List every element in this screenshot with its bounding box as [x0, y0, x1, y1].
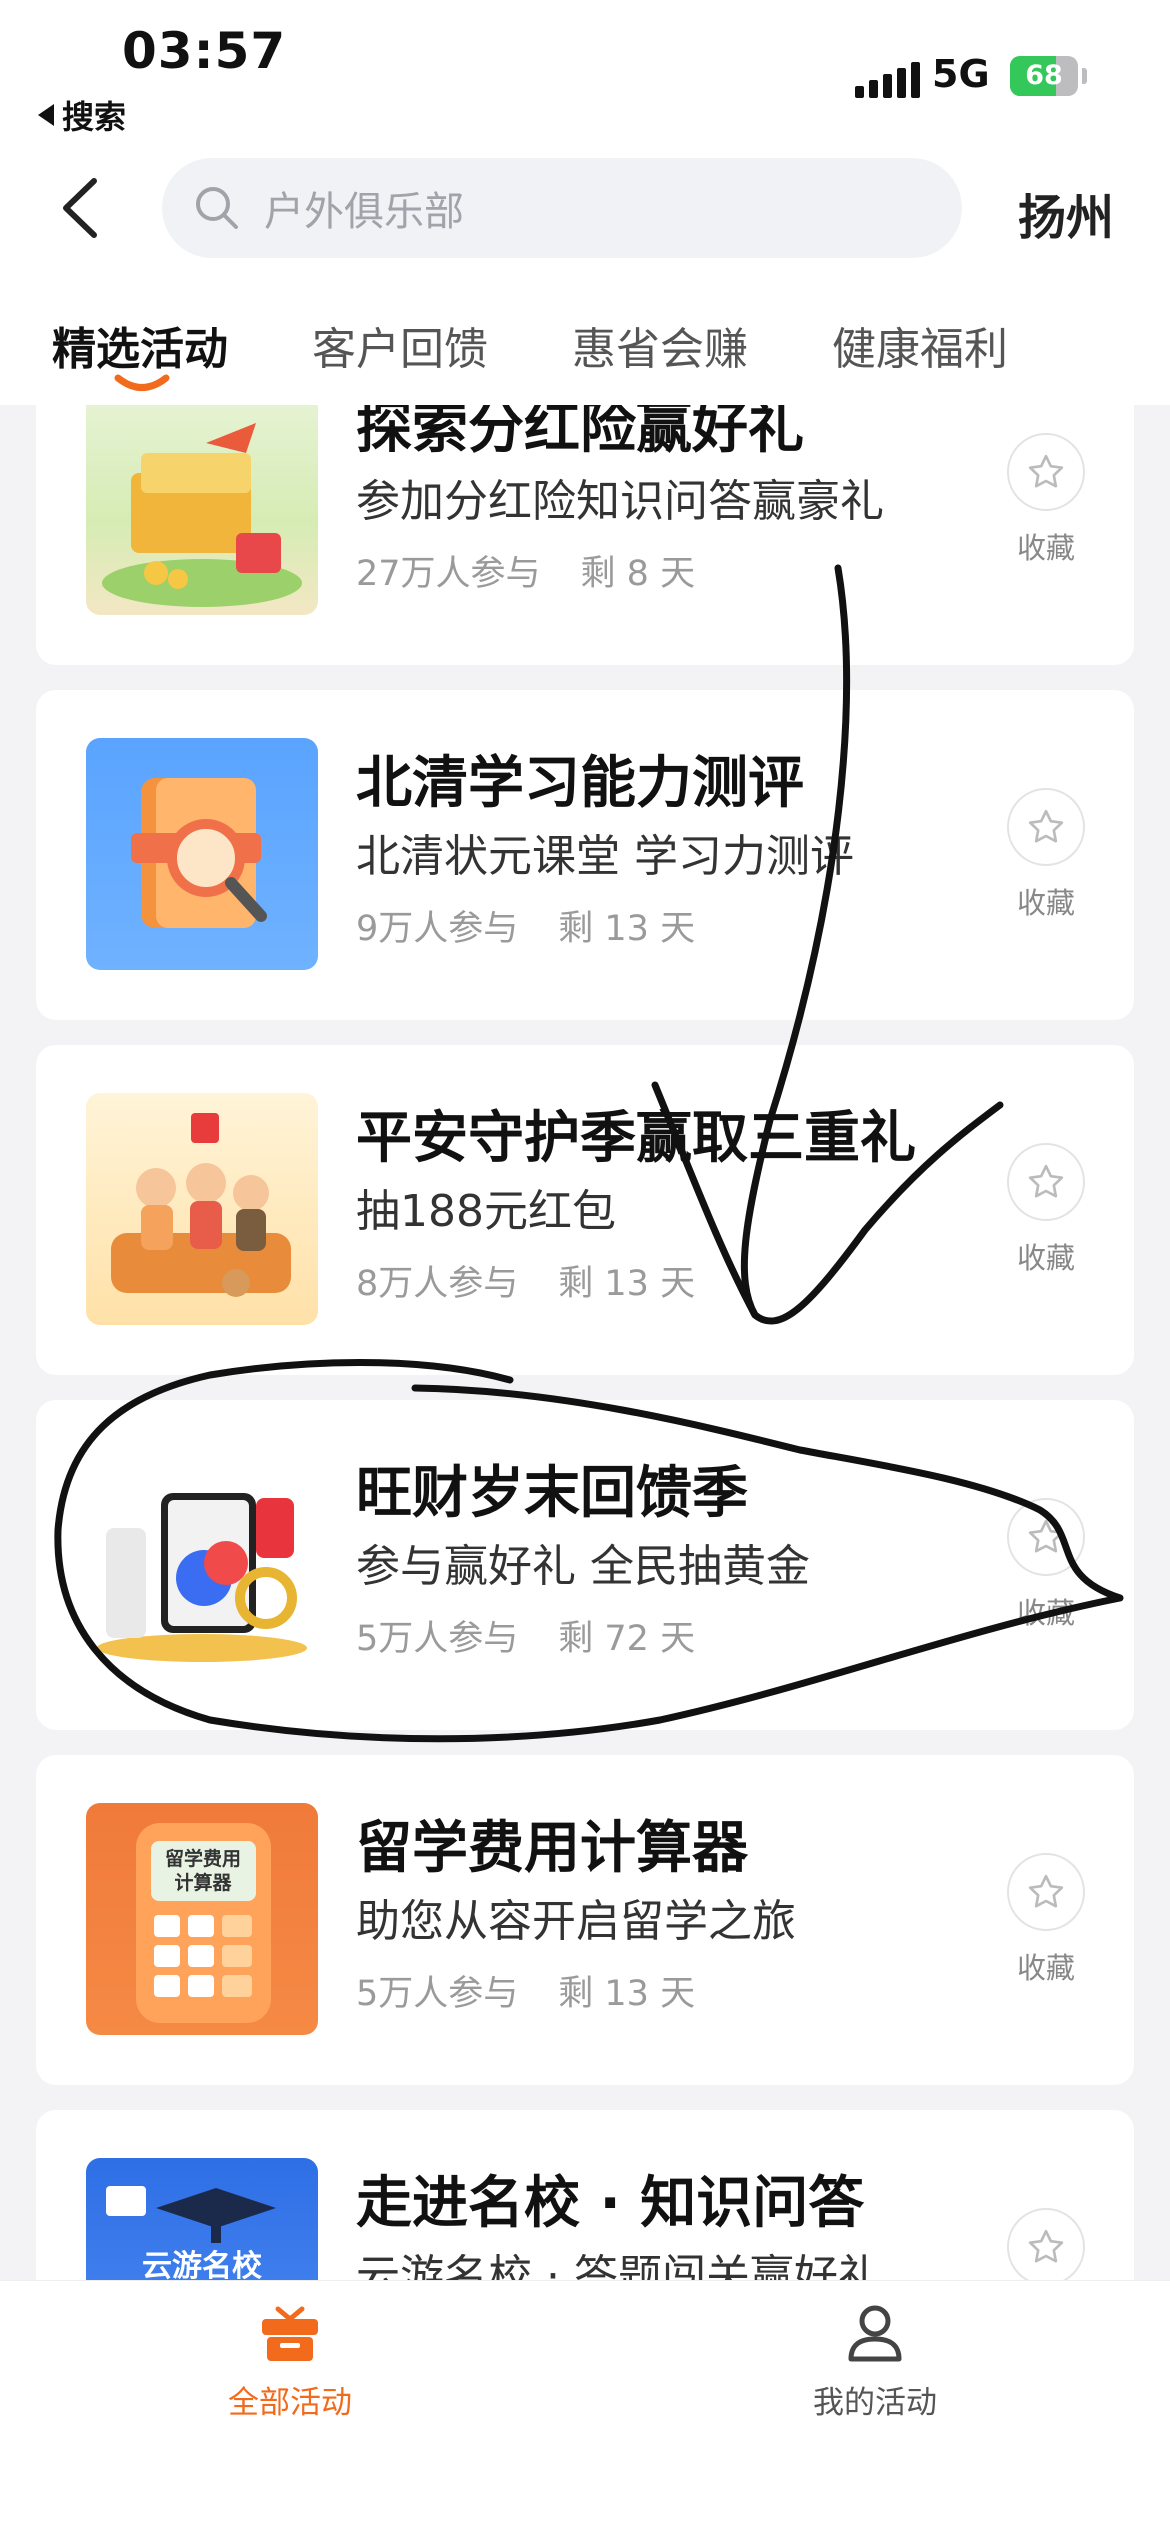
- graduation-cap-icon: 云游名校: [106, 2186, 276, 2280]
- tab-featured[interactable]: 精选活动: [52, 313, 228, 377]
- favorite-label: 收藏: [1016, 886, 1075, 920]
- activity-meta: 5万人参与剩 72 天: [356, 1610, 695, 1661]
- activity-title: 探索分红险赢好礼: [356, 405, 804, 461]
- calculator-icon: 留学费用 计算器: [136, 1823, 271, 2023]
- favorite-button[interactable]: 收藏: [1006, 2208, 1086, 2280]
- favorite-button[interactable]: 收藏: [1006, 1143, 1086, 1277]
- activity-thumbnail: 留学费用 计算器: [86, 1803, 318, 2035]
- nav-all-activities[interactable]: 全部活动: [140, 2301, 440, 2422]
- category-tabs: 精选活动 客户回馈 惠省会赚 健康福利: [0, 275, 1170, 405]
- favorite-label: 收藏: [1016, 1951, 1075, 1985]
- remaining-days: 剩 13 天: [558, 1264, 696, 1304]
- cellular-signal-icon: [855, 58, 920, 98]
- family-sofa-icon: [111, 1113, 291, 1297]
- activity-desc: 云游名校 · 答题闯关赢好礼: [356, 2251, 882, 2280]
- activity-thumbnail: [86, 405, 318, 615]
- star-icon: [1028, 809, 1064, 843]
- activity-card[interactable]: 平安守护季赢取三重礼 抽188元红包 8万人参与剩 13 天 收藏: [36, 1045, 1134, 1375]
- svg-text:计算器: 计算器: [174, 1871, 232, 1894]
- network-type: 5G: [932, 52, 990, 96]
- favorite-button[interactable]: 收藏: [1006, 433, 1086, 567]
- book-magnifier-icon: [131, 778, 267, 928]
- back-button[interactable]: [50, 168, 110, 248]
- nav-all-label: 全部活动: [228, 2385, 352, 2421]
- activity-desc: 参与赢好礼 全民抽黄金: [356, 1541, 810, 1592]
- participants-count: 8万人参与: [356, 1264, 519, 1304]
- participants-count: 5万人参与: [356, 1619, 519, 1659]
- activity-card[interactable]: 留学费用 计算器 留学费用计算器 助您从容开启留学之旅 5万人参与剩 13 天 …: [36, 1755, 1134, 2085]
- favorite-label: 收藏: [1016, 1241, 1075, 1275]
- nav-mine-label: 我的活动: [813, 2385, 937, 2421]
- back-to-app-link[interactable]: 搜索: [38, 92, 126, 138]
- favorite-label: 收藏: [1016, 531, 1075, 565]
- favorite-button[interactable]: 收藏: [1006, 1853, 1086, 1987]
- tab-customer-rewards[interactable]: 客户回馈: [312, 313, 488, 377]
- star-icon: [1028, 1519, 1064, 1553]
- city-selector[interactable]: 扬州: [1018, 178, 1114, 248]
- gift-box-icon: [262, 2306, 318, 2361]
- tablet-gold-prize-icon: [97, 1493, 307, 1662]
- activity-meta: 8万人参与剩 13 天: [356, 1255, 695, 1306]
- participants-count: 27万人参与: [356, 554, 541, 594]
- activity-title: 平安守护季赢取三重礼: [356, 1106, 916, 1171]
- activity-desc: 助您从容开启留学之旅: [356, 1896, 796, 1947]
- remaining-days: 剩 72 天: [558, 1619, 696, 1659]
- activity-thumbnail: [86, 738, 318, 970]
- star-icon: [1028, 454, 1064, 488]
- back-app-label: 搜索: [62, 98, 127, 136]
- activity-card[interactable]: 云游名校 走进名校 · 知识问答 云游名校 · 答题闯关赢好礼 收藏: [36, 2110, 1134, 2280]
- activity-thumbnail: [86, 1093, 318, 1325]
- remaining-days: 剩 13 天: [558, 909, 696, 949]
- chevron-left-icon: [63, 178, 97, 238]
- activity-thumbnail: 云游名校: [86, 2158, 318, 2280]
- activity-title: 留学费用计算器: [356, 1816, 748, 1881]
- activity-meta: 27万人参与剩 8 天: [356, 545, 695, 596]
- gold-book-gift-icon: [102, 423, 302, 607]
- activity-meta: 5万人参与剩 13 天: [356, 1965, 695, 2016]
- star-icon: [1028, 2229, 1064, 2263]
- search-bar[interactable]: 户外俱乐部: [162, 158, 962, 258]
- svg-text:留学费用: 留学费用: [165, 1847, 241, 1870]
- tab-health-benefits[interactable]: 健康福利: [832, 313, 1008, 377]
- activity-card[interactable]: 探索分红险赢好礼 参加分红险知识问答赢豪礼 27万人参与剩 8 天 收藏: [36, 405, 1134, 665]
- back-triangle-icon: [38, 104, 54, 126]
- favorite-button[interactable]: 收藏: [1006, 1498, 1086, 1632]
- nav-my-activities[interactable]: 我的活动: [725, 2301, 1025, 2422]
- favorite-button[interactable]: 收藏: [1006, 788, 1086, 922]
- top-header: 户外俱乐部 扬州: [0, 150, 1170, 275]
- remaining-days: 剩 8 天: [580, 554, 696, 594]
- activity-desc: 北清状元课堂 学习力测评: [356, 831, 854, 882]
- activity-title: 旺财岁末回馈季: [356, 1461, 748, 1526]
- activity-desc: 抽188元红包: [356, 1186, 616, 1237]
- star-icon: [1028, 1164, 1064, 1198]
- favorite-label: 收藏: [1016, 1596, 1075, 1630]
- activity-card[interactable]: 北清学习能力测评 北清状元课堂 学习力测评 9万人参与剩 13 天 收藏: [36, 690, 1134, 1020]
- active-tab-indicator: [114, 374, 170, 391]
- status-bar: 03:57 搜索 5G 68: [0, 0, 1170, 150]
- svg-text:云游名校: 云游名校: [142, 2249, 262, 2280]
- participants-count: 5万人参与: [356, 1974, 519, 2014]
- activity-desc: 参加分红险知识问答赢豪礼: [356, 476, 884, 527]
- user-icon: [848, 2305, 902, 2362]
- battery-percent: 68: [1025, 60, 1063, 91]
- participants-count: 9万人参与: [356, 909, 519, 949]
- star-icon: [1028, 1874, 1064, 1908]
- activity-title: 走进名校 · 知识问答: [356, 2171, 865, 2236]
- status-time: 03:57: [122, 22, 287, 80]
- remaining-days: 剩 13 天: [558, 1974, 696, 2014]
- bottom-nav: 全部活动 我的活动: [0, 2280, 1170, 2533]
- battery-tip: [1082, 68, 1087, 84]
- activity-title: 北清学习能力测评: [356, 751, 804, 816]
- search-icon: [196, 187, 238, 229]
- activity-meta: 9万人参与剩 13 天: [356, 900, 695, 951]
- tab-save-earn[interactable]: 惠省会赚: [572, 313, 748, 377]
- search-placeholder: 户外俱乐部: [264, 189, 464, 235]
- activity-card[interactable]: 旺财岁末回馈季 参与赢好礼 全民抽黄金 5万人参与剩 72 天 收藏: [36, 1400, 1134, 1730]
- activity-thumbnail: [86, 1448, 318, 1680]
- activity-list: 探索分红险赢好礼 参加分红险知识问答赢豪礼 27万人参与剩 8 天 收藏 北清学…: [0, 405, 1170, 2280]
- battery-icon: 68: [1010, 56, 1078, 96]
